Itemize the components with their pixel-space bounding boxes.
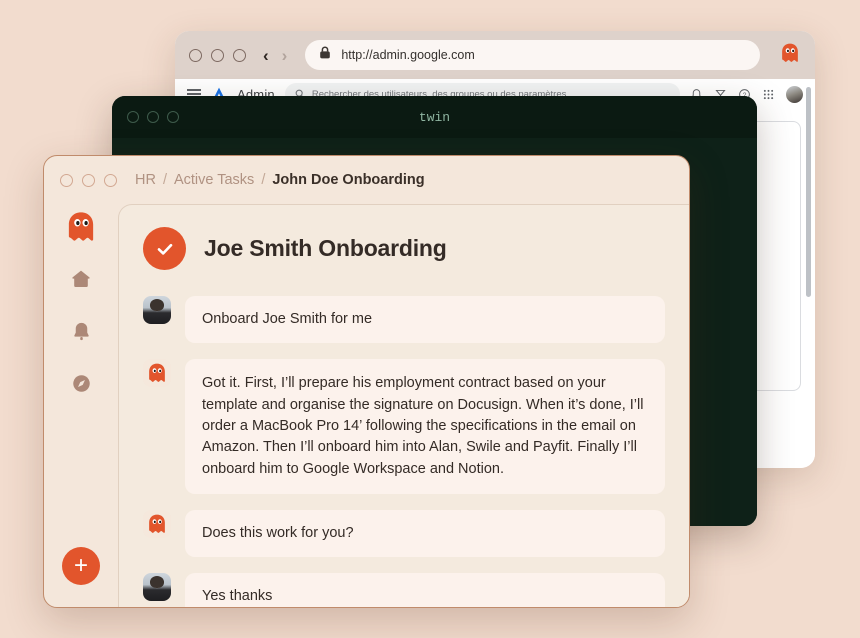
browser-toolbar: ‹ › http://admin.google.com [175, 31, 815, 79]
bell-icon[interactable] [62, 312, 100, 350]
user-photo-avatar [143, 296, 171, 324]
account-avatar[interactable] [786, 85, 803, 103]
message-bubble: Yes thanks [185, 573, 665, 607]
breadcrumb: HR / Active Tasks / John Doe Onboarding [135, 172, 425, 188]
message-row-user-2: Yes thanks [143, 573, 665, 607]
terminal-titlebar: twin [112, 96, 757, 138]
message-bubble: Got it. First, I’ll prepare his employme… [185, 359, 665, 494]
ghost-logo-icon[interactable] [62, 208, 100, 246]
message-bubble: Does this work for you? [185, 509, 665, 558]
app-maximize-dot[interactable] [104, 173, 117, 187]
ghost-avatar [143, 359, 171, 388]
check-circle-icon [143, 227, 186, 270]
add-task-button[interactable]: + [62, 547, 100, 585]
message-row-assistant-2: Does this work for you? [143, 509, 665, 558]
app-sidebar: + [44, 204, 118, 607]
breadcrumb-item-current: John Doe Onboarding [272, 172, 425, 188]
url-text: http://admin.google.com [341, 48, 475, 62]
app-minimize-dot[interactable] [82, 173, 95, 187]
task-header: Joe Smith Onboarding [143, 227, 665, 270]
page-scrollbar[interactable] [806, 87, 811, 297]
ghost-avatar [143, 509, 171, 538]
apps-grid-icon[interactable] [762, 88, 775, 101]
user-photo-avatar [143, 573, 171, 602]
screenshot-stage: ‹ › http://admin.google.com Admin Recher… [0, 0, 860, 638]
message-row-user-1: Onboard Joe Smith for me [143, 296, 665, 344]
terminal-title: twin [418, 109, 451, 125]
forward-arrow-icon[interactable]: › [282, 47, 288, 64]
page-title: Joe Smith Onboarding [204, 235, 447, 261]
back-arrow-icon[interactable]: ‹ [263, 47, 269, 64]
window-minimize-dot[interactable] [211, 48, 224, 62]
message-row-assistant-1: Got it. First, I’ll prepare his employme… [143, 359, 665, 494]
app-main: + Joe Smith Onboarding Onboard Joe Smith… [44, 204, 689, 607]
browser-window-controls[interactable] [189, 48, 246, 62]
breadcrumb-separator: / [261, 172, 266, 188]
breadcrumb-separator: / [162, 172, 167, 188]
window-close-dot[interactable] [189, 48, 202, 62]
twin-app-window: HR / Active Tasks / John Doe Onboarding [43, 155, 690, 608]
breadcrumb-item-active-tasks[interactable]: Active Tasks [174, 172, 254, 188]
app-close-dot[interactable] [60, 173, 73, 187]
ghost-icon[interactable] [779, 42, 801, 69]
task-conversation-panel: Joe Smith Onboarding Onboard Joe Smith f… [118, 204, 689, 607]
breadcrumb-item-hr[interactable]: HR [135, 172, 156, 188]
compass-icon[interactable] [62, 364, 100, 402]
lock-icon [319, 46, 331, 64]
window-maximize-dot[interactable] [233, 48, 246, 62]
home-icon[interactable] [62, 260, 100, 298]
message-bubble: Onboard Joe Smith for me [185, 296, 665, 344]
url-input[interactable]: http://admin.google.com [305, 40, 760, 70]
app-titlebar: HR / Active Tasks / John Doe Onboarding [44, 156, 689, 204]
